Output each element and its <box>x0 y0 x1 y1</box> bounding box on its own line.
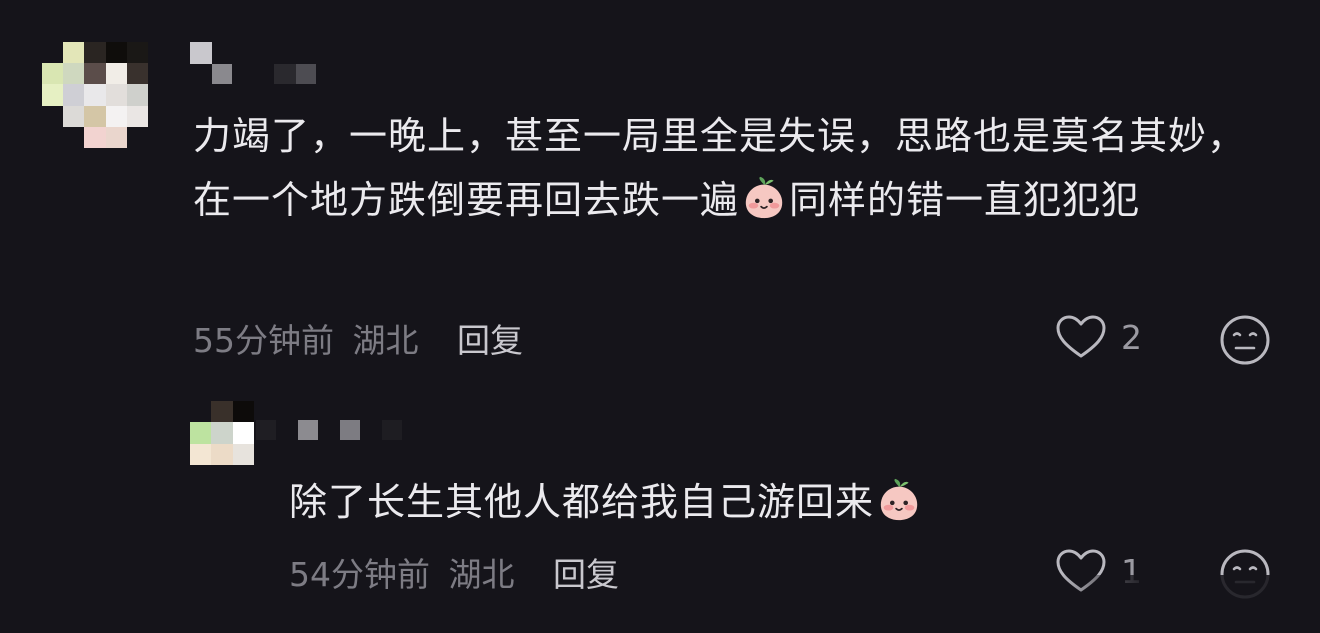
comment-location: 湖北 <box>352 321 419 360</box>
avatar-pixel <box>63 84 85 106</box>
blushing-peach-emoji <box>880 478 918 521</box>
avatar-pixel <box>84 126 106 148</box>
avatar-pixel <box>63 42 85 64</box>
comment-time: 54分钟前 <box>289 555 430 594</box>
avatar-pixel <box>42 126 64 148</box>
avatar-pixel <box>232 443 254 465</box>
avatar-pixel <box>190 443 212 465</box>
avatar-pixel <box>63 126 85 148</box>
avatar-pixel <box>105 63 127 85</box>
comment-item: 力竭了，一晚上，甚至一局里全是失误，思路也是莫名其妙，在一个地方跌倒要再回去跌一… <box>0 0 1320 380</box>
avatar-pixel <box>63 63 85 85</box>
username-pixelated[interactable] <box>190 42 330 84</box>
avatar-pixel <box>42 42 64 64</box>
avatar-pixel <box>42 84 64 106</box>
comment-location: 湖北 <box>448 555 515 594</box>
avatar-pixel <box>105 84 127 106</box>
blushing-peach-emoji <box>745 176 783 219</box>
avatar-pixel <box>211 401 233 423</box>
avatar-pixel <box>211 443 233 465</box>
avatar-pixel <box>105 126 127 148</box>
reply-button[interactable]: 回复 <box>553 555 619 594</box>
username-pixelated[interactable] <box>256 420 406 446</box>
avatar-pixel <box>126 84 148 106</box>
avatar-pixel <box>126 42 148 64</box>
avatar-pixel <box>84 84 106 106</box>
watermark-overlay <box>1060 575 1320 633</box>
comment-time: 55分钟前 <box>193 321 334 360</box>
comment-meta: 55分钟前 湖北 回复 <box>193 314 523 362</box>
avatar-pixel <box>84 42 106 64</box>
avatar-pixel <box>211 422 233 444</box>
comment-text-part: 除了长生其他人都给我自己游回来 <box>289 480 875 524</box>
avatar-pixel <box>84 105 106 127</box>
avatar-pixel <box>190 422 212 444</box>
avatar-pixel <box>63 105 85 127</box>
like-button[interactable]: 2 <box>1055 314 1142 360</box>
avatar-pixel <box>42 105 64 127</box>
avatar-pixel <box>105 42 127 64</box>
avatar-pixel <box>126 63 148 85</box>
avatar-pixel <box>190 401 212 423</box>
avatar-pixel <box>105 105 127 127</box>
comment-text: 除了长生其他人都给我自己游回来 <box>289 470 1189 534</box>
like-count: 2 <box>1121 317 1142 357</box>
avatar[interactable] <box>42 42 148 148</box>
avatar-pixel <box>232 401 254 423</box>
comment-text-part: 同样的错一直犯犯犯 <box>789 178 1141 222</box>
avatar[interactable] <box>190 401 254 465</box>
avatar-pixel <box>232 422 254 444</box>
comment-text: 力竭了，一晚上，甚至一局里全是失误，思路也是莫名其妙，在一个地方跌倒要再回去跌一… <box>193 104 1273 232</box>
avatar-pixel <box>126 126 148 148</box>
avatar-pixel <box>126 105 148 127</box>
avatar-pixel <box>42 63 64 85</box>
heart-icon <box>1056 315 1106 358</box>
avatar-pixel <box>84 63 106 85</box>
reaction-face-icon[interactable] <box>1219 314 1271 366</box>
reply-button[interactable]: 回复 <box>457 321 523 360</box>
comment-meta: 54分钟前 湖北 回复 <box>289 548 619 596</box>
